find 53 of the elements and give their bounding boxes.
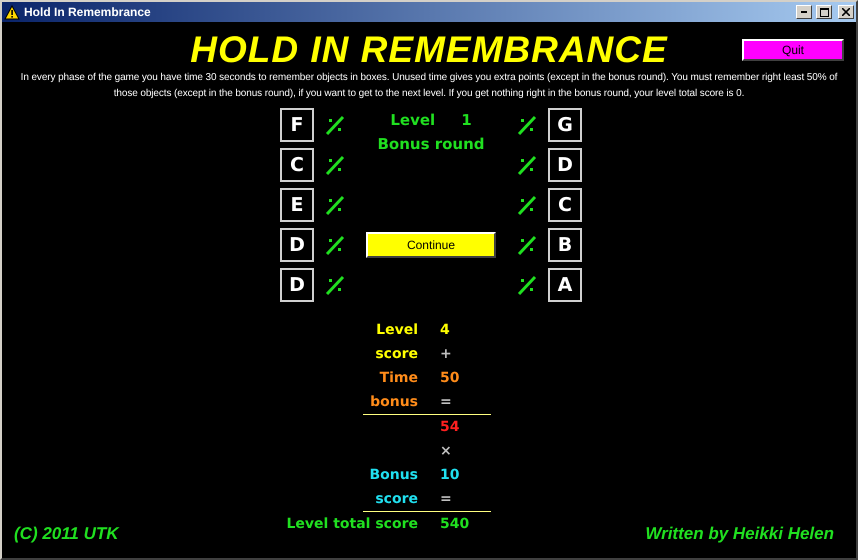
instructions-text: In every phase of the game you have time 30 seconds to remember objects in boxes. Unused time gives you extra points (except in the bonus round). You must remember right least 50% of those objects (except in the bonus round), if you want to get to the next level. If you get nothing right in the bonus round, your level total score is 0.: [20, 71, 838, 101]
game-title: HOLD IN REMEMBRANCE: [190, 30, 668, 70]
slash-dots-icon: [517, 275, 537, 295]
score-label: Level total score: [286, 516, 418, 532]
slash-dots-icon: [325, 275, 345, 295]
letter-box: D: [280, 268, 314, 302]
close-icon: [842, 8, 850, 16]
score-label: Level: [376, 322, 418, 338]
warning-icon: [4, 4, 20, 20]
minimize-button[interactable]: [796, 5, 812, 19]
score-label: score: [375, 346, 418, 362]
score-value: =: [440, 491, 452, 507]
score-value: 4: [440, 322, 450, 338]
maximize-button[interactable]: [816, 5, 832, 19]
level-label: Level: [390, 110, 436, 131]
score-value: +: [440, 346, 452, 362]
score-value: 540: [440, 516, 470, 532]
level-value: 1: [461, 110, 472, 131]
window-title: Hold In Remembrance: [24, 5, 152, 19]
letter-box: A: [548, 268, 582, 302]
score-label: bonus: [370, 394, 418, 410]
score-label: Bonus: [369, 467, 418, 483]
maximize-icon: [820, 8, 828, 16]
score-value: =: [440, 394, 452, 410]
author-text: Written by Heikki Helen: [645, 524, 834, 544]
round-subtitle: Bonus round: [377, 134, 485, 155]
score-value: 50: [440, 370, 460, 386]
score-label: score: [375, 491, 418, 507]
score-value: ×: [440, 443, 452, 459]
letter-box: C: [280, 148, 314, 182]
copyright-text: (C) 2011 UTK: [14, 524, 120, 544]
letter-box: G: [548, 108, 582, 142]
slash-dots-icon: [325, 195, 345, 215]
score-label: Time: [380, 370, 418, 386]
slash-dots-icon: [517, 235, 537, 255]
score-value: 10: [440, 467, 460, 483]
slash-dots-icon: [325, 115, 345, 135]
quit-button[interactable]: Quit: [742, 39, 844, 61]
letter-box: D: [280, 228, 314, 262]
slash-dots-icon: [325, 155, 345, 175]
score-value: 54: [440, 419, 460, 435]
minimize-icon: [801, 11, 807, 13]
slash-dots-icon: [517, 115, 537, 135]
letter-box: B: [548, 228, 582, 262]
slash-dots-icon: [517, 155, 537, 175]
slash-dots-icon: [325, 235, 345, 255]
letter-box: C: [548, 188, 582, 222]
letter-box: D: [548, 148, 582, 182]
letter-box: F: [280, 108, 314, 142]
slash-dots-icon: [517, 195, 537, 215]
continue-button[interactable]: Continue: [366, 232, 496, 258]
letter-box: E: [280, 188, 314, 222]
close-button[interactable]: [838, 5, 854, 19]
